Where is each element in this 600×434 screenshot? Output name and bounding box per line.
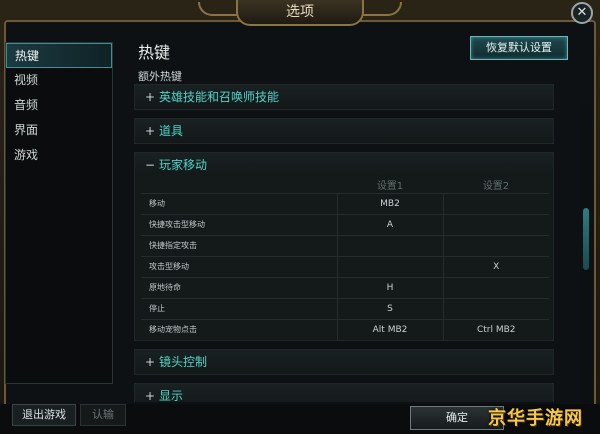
group-abilities: + 英雄技能和召唤师技能 (134, 84, 554, 110)
group-label: 玩家移动 (159, 158, 208, 172)
action-label: 停止 (141, 297, 337, 319)
watermark: 京华手游网 (488, 408, 583, 429)
window-title: 选项 (236, 0, 364, 26)
group-header-player-movement[interactable]: − 玩家移动 (135, 153, 553, 177)
table-row: 移动 MB2 (141, 192, 549, 214)
surrender-button[interactable]: 认输 (80, 404, 126, 426)
keybind-slot-1[interactable]: MB2 (336, 192, 444, 214)
action-label: 移动 (141, 192, 337, 214)
table-row: 停止 S (141, 297, 549, 319)
group-label: 英雄技能和召唤师技能 (159, 90, 280, 104)
table-row: 快捷攻击型移动 A (141, 213, 549, 235)
column-header-setting1: 设置1 (376, 181, 404, 193)
expand-icon: + (145, 355, 156, 369)
hotkey-list: + 英雄技能和召唤师技能 + 道具 − 玩家移动 设置1 设置2 移动 MB2 快捷攻… (134, 84, 558, 402)
column-header-setting2: 设置2 (482, 181, 510, 193)
action-label: 快捷指定攻击 (141, 234, 337, 256)
keybind-slot-2[interactable] (443, 192, 549, 214)
action-label: 原地待命 (141, 276, 337, 298)
action-label: 快捷攻击型移动 (141, 213, 337, 235)
sidebar-item-audio[interactable]: 音频 (6, 93, 112, 118)
sidebar: 热键 视频 音频 界面 游戏 (5, 42, 113, 384)
keybind-slot-1[interactable] (336, 255, 444, 277)
keybind-slot-1[interactable]: S (336, 297, 444, 319)
group-header-items[interactable]: + 道具 (135, 119, 553, 143)
keybind-slot-2[interactable]: Ctrl MB2 (443, 318, 549, 340)
page-title: 热键 (138, 43, 171, 62)
keybind-slot-2[interactable] (443, 234, 549, 256)
group-header-abilities[interactable]: + 英雄技能和召唤师技能 (135, 85, 553, 109)
action-label: 移动宠物点击 (141, 318, 337, 340)
expand-icon: + (145, 90, 156, 104)
main-panel: 热键 恢复默认设置 额外热键 + 英雄技能和召唤师技能 + 道具 − 玩家移动 设置1… (122, 32, 592, 404)
keybind-slot-1[interactable]: A (336, 213, 444, 235)
keybind-slot-1[interactable] (336, 234, 444, 256)
group-header-camera[interactable]: + 镜头控制 (135, 350, 553, 374)
exit-game-button[interactable]: 退出游戏 (12, 404, 76, 426)
action-label: 攻击型移动 (141, 255, 337, 277)
title-ornament-right (362, 2, 402, 16)
close-icon: ✕ (576, 5, 588, 20)
keybind-slot-2[interactable] (443, 213, 549, 235)
reset-defaults-button[interactable]: 恢复默认设置 (470, 36, 568, 60)
sidebar-item-interface[interactable]: 界面 (6, 118, 112, 143)
group-label: 显示 (159, 389, 184, 402)
scroll-thumb[interactable] (583, 208, 589, 270)
table-row: 快捷指定攻击 (141, 234, 549, 256)
group-header-display[interactable]: + 显示 (135, 384, 553, 402)
section-label: 额外热键 (138, 70, 182, 83)
group-label: 道具 (159, 124, 184, 138)
expand-icon: + (145, 389, 156, 402)
title-ornament-left (198, 2, 238, 16)
sidebar-item-video[interactable]: 视频 (6, 68, 112, 93)
expand-icon: + (145, 124, 156, 138)
group-display: + 显示 (134, 383, 554, 402)
column-header-action (141, 177, 337, 193)
table-row: 攻击型移动 X (141, 255, 549, 277)
sidebar-item-hotkeys[interactable]: 热键 (6, 43, 112, 68)
table-row: 原地待命 H (141, 276, 549, 298)
scrollbar[interactable] (582, 104, 590, 404)
keybind-slot-2[interactable] (443, 297, 549, 319)
keybind-slot-2[interactable]: X (443, 255, 549, 277)
sidebar-item-game[interactable]: 游戏 (6, 143, 112, 168)
table-row: 移动宠物点击 Alt MB2 Ctrl MB2 (141, 318, 549, 340)
close-button[interactable]: ✕ (571, 2, 593, 24)
group-items: + 道具 (134, 118, 554, 144)
keybind-slot-2[interactable] (443, 276, 549, 298)
keybind-slot-1[interactable]: H (336, 276, 444, 298)
keybind-header-row: 设置1 设置2 (141, 177, 549, 193)
group-player-movement: − 玩家移动 设置1 设置2 移动 MB2 快捷攻击型移动 A 快捷指定攻击 攻… (134, 152, 554, 341)
group-label: 镜头控制 (159, 355, 208, 369)
collapse-icon: − (145, 158, 156, 172)
keybind-table: 设置1 设置2 移动 MB2 快捷攻击型移动 A 快捷指定攻击 攻击型移动 X … (141, 177, 549, 340)
keybind-slot-1[interactable]: Alt MB2 (336, 318, 444, 340)
group-camera: + 镜头控制 (134, 349, 554, 375)
